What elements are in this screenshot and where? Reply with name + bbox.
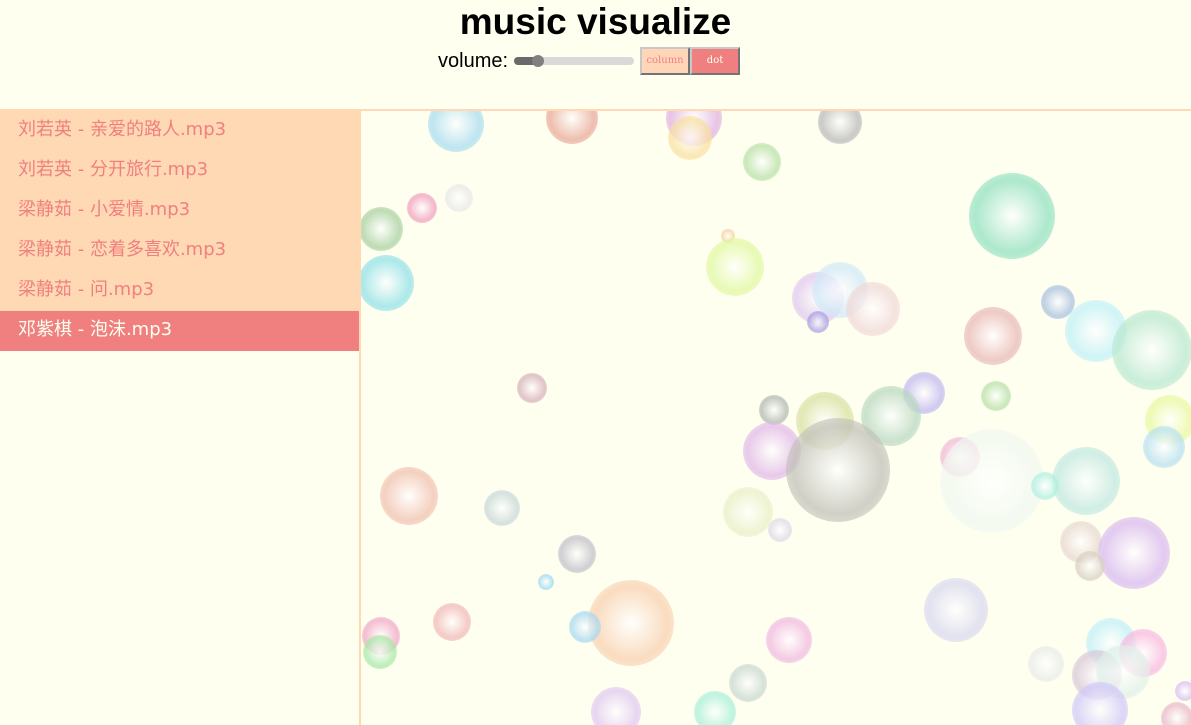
visualizer-bubble	[538, 574, 554, 590]
visualizer-bubble	[361, 255, 414, 311]
visualizer-bubble	[407, 193, 437, 223]
visualizer-bubble	[363, 635, 397, 669]
visualizer-bubble	[668, 116, 712, 160]
song-item[interactable]: 邓紫棋 - 泡沫.mp3	[0, 311, 359, 351]
visualizer-bubble	[1031, 472, 1059, 500]
controls-bar: volume: column dot	[438, 46, 741, 76]
visualizer-canvas	[361, 111, 1191, 725]
visualizer-bubble	[433, 603, 471, 641]
visualizer-bubble	[588, 580, 674, 666]
visualizer-bubble	[729, 664, 767, 702]
visualizer-bubble	[723, 487, 773, 537]
visualizer-bubble	[361, 207, 403, 251]
visualizer-bubble	[768, 518, 792, 542]
dot-mode-button[interactable]: dot	[690, 47, 741, 75]
visualizer-bubble	[743, 143, 781, 181]
visualizer-bubble	[1175, 681, 1191, 701]
playlist-sidebar: 刘若英 - 亲爱的路人.mp3 刘若英 - 分开旅行.mp3 梁静茹 - 小爱情…	[0, 111, 361, 725]
visualizer-bubble	[759, 395, 789, 425]
header: music visualize volume: column dot	[0, 0, 1191, 109]
column-mode-button[interactable]: column	[640, 47, 691, 75]
visualizer-bubble	[428, 111, 484, 152]
visualizer-bubble	[969, 173, 1055, 259]
visualizer-bubble	[964, 307, 1022, 365]
visualizer-bubble	[1161, 702, 1191, 725]
visualizer-bubble	[546, 111, 598, 144]
visualizer-bubble	[694, 691, 736, 725]
visualizer-bubble	[484, 490, 520, 526]
visualizer-bubble	[786, 418, 890, 522]
song-item[interactable]: 梁静茹 - 恋着多喜欢.mp3	[0, 231, 359, 271]
page-title: music visualize	[459, 1, 732, 42]
visualizer-bubble	[1052, 447, 1120, 515]
visualizer-bubble	[924, 578, 988, 642]
volume-slider[interactable]	[514, 55, 635, 67]
visualizer-bubble	[517, 373, 547, 403]
visualizer-bubble	[846, 282, 900, 336]
visualizer-bubble	[940, 429, 1044, 533]
visualizer-bubble	[981, 381, 1011, 411]
visualizer-bubble	[706, 238, 764, 296]
song-item[interactable]: 梁静茹 - 问.mp3	[0, 271, 359, 311]
visualizer-bubble	[1143, 426, 1185, 468]
visualizer-bubble	[818, 111, 862, 144]
visualizer-bubble	[558, 535, 596, 573]
visualizer-bubble	[569, 611, 601, 643]
volume-label: volume:	[438, 50, 509, 72]
song-item[interactable]: 刘若英 - 亲爱的路人.mp3	[0, 111, 359, 151]
song-list: 刘若英 - 亲爱的路人.mp3 刘若英 - 分开旅行.mp3 梁静茹 - 小爱情…	[0, 111, 359, 351]
visualizer-bubble	[766, 617, 812, 663]
song-item[interactable]: 刘若英 - 分开旅行.mp3	[0, 151, 359, 191]
visualizer-bubble	[1112, 310, 1191, 390]
visualizer-bubble	[1028, 646, 1064, 682]
visualizer-bubble	[445, 184, 473, 212]
visualizer-bubble	[1075, 551, 1105, 581]
visualizer-bubble	[807, 311, 829, 333]
visualizer-bubble	[380, 467, 438, 525]
visualizer-bubble	[591, 687, 641, 725]
visualizer-bubble	[1098, 517, 1170, 589]
song-item[interactable]: 梁静茹 - 小爱情.mp3	[0, 191, 359, 231]
volume-slider-thumb[interactable]	[532, 55, 545, 67]
